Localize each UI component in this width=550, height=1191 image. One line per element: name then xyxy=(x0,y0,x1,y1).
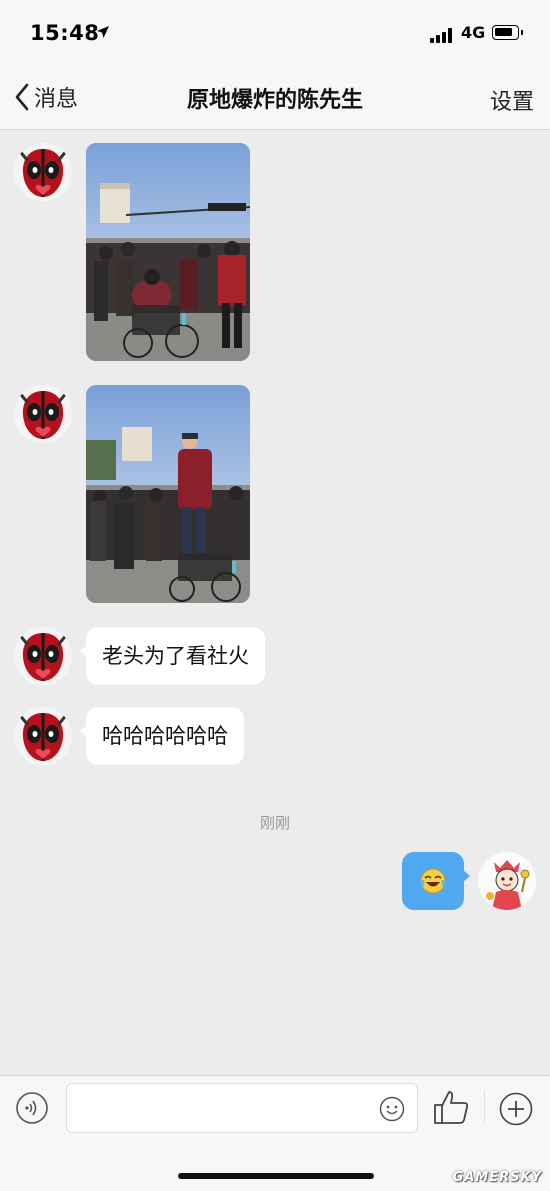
settings-button[interactable]: 设置 xyxy=(490,84,534,116)
cartoon-avatar-icon xyxy=(478,852,536,910)
message-input-box[interactable] xyxy=(66,1083,418,1133)
battery-icon xyxy=(492,25,523,40)
outgoing-emoji-bubble[interactable] xyxy=(402,852,470,910)
message-input[interactable] xyxy=(77,1092,381,1126)
image-message[interactable] xyxy=(86,385,250,603)
input-divider xyxy=(484,1090,485,1122)
home-indicator[interactable] xyxy=(178,1173,374,1179)
contact-avatar[interactable] xyxy=(14,627,72,685)
network-type: 4G xyxy=(461,23,486,42)
nav-bar: 原地爆炸的陈先生 消息 设置 xyxy=(0,66,550,130)
text-message-bubble[interactable]: 老头为了看社火 xyxy=(80,627,265,685)
laughing-crying-emoji-icon xyxy=(420,868,446,894)
status-bar: 15:48 4G xyxy=(0,0,550,66)
message-text: 哈哈哈哈哈哈 xyxy=(102,724,228,748)
image-message[interactable] xyxy=(86,143,250,361)
text-message-bubble[interactable]: 哈哈哈哈哈哈 xyxy=(80,707,244,765)
emoji-icon[interactable] xyxy=(379,1096,405,1122)
back-label: 消息 xyxy=(34,87,79,112)
deadpool-avatar-icon xyxy=(14,385,72,443)
contact-avatar[interactable] xyxy=(14,385,72,443)
location-arrow-icon xyxy=(97,26,109,38)
voice-input-icon[interactable] xyxy=(16,1092,48,1124)
my-avatar[interactable] xyxy=(478,852,536,910)
back-button[interactable]: 消息 xyxy=(14,82,78,112)
deadpool-avatar-icon xyxy=(14,707,72,765)
contact-avatar[interactable] xyxy=(14,143,72,201)
signal-icon xyxy=(430,27,456,43)
deadpool-avatar-icon xyxy=(14,143,72,201)
watermark: GAMERSKY xyxy=(452,1170,542,1185)
message-timestamp: 刚刚 xyxy=(259,814,290,832)
message-text: 老头为了看社火 xyxy=(102,644,249,668)
crowd-photo-image xyxy=(86,143,250,361)
thumbs-up-icon[interactable] xyxy=(432,1088,470,1126)
status-time: 15:48 xyxy=(30,21,100,45)
chevron-left-icon xyxy=(15,83,29,111)
plus-icon[interactable] xyxy=(499,1092,533,1126)
crowd-photo-image xyxy=(86,385,250,603)
deadpool-avatar-icon xyxy=(14,627,72,685)
chat-title: 原地爆炸的陈先生 xyxy=(186,88,363,113)
contact-avatar[interactable] xyxy=(14,707,72,765)
input-bar: GAMERSKY xyxy=(0,1075,550,1191)
